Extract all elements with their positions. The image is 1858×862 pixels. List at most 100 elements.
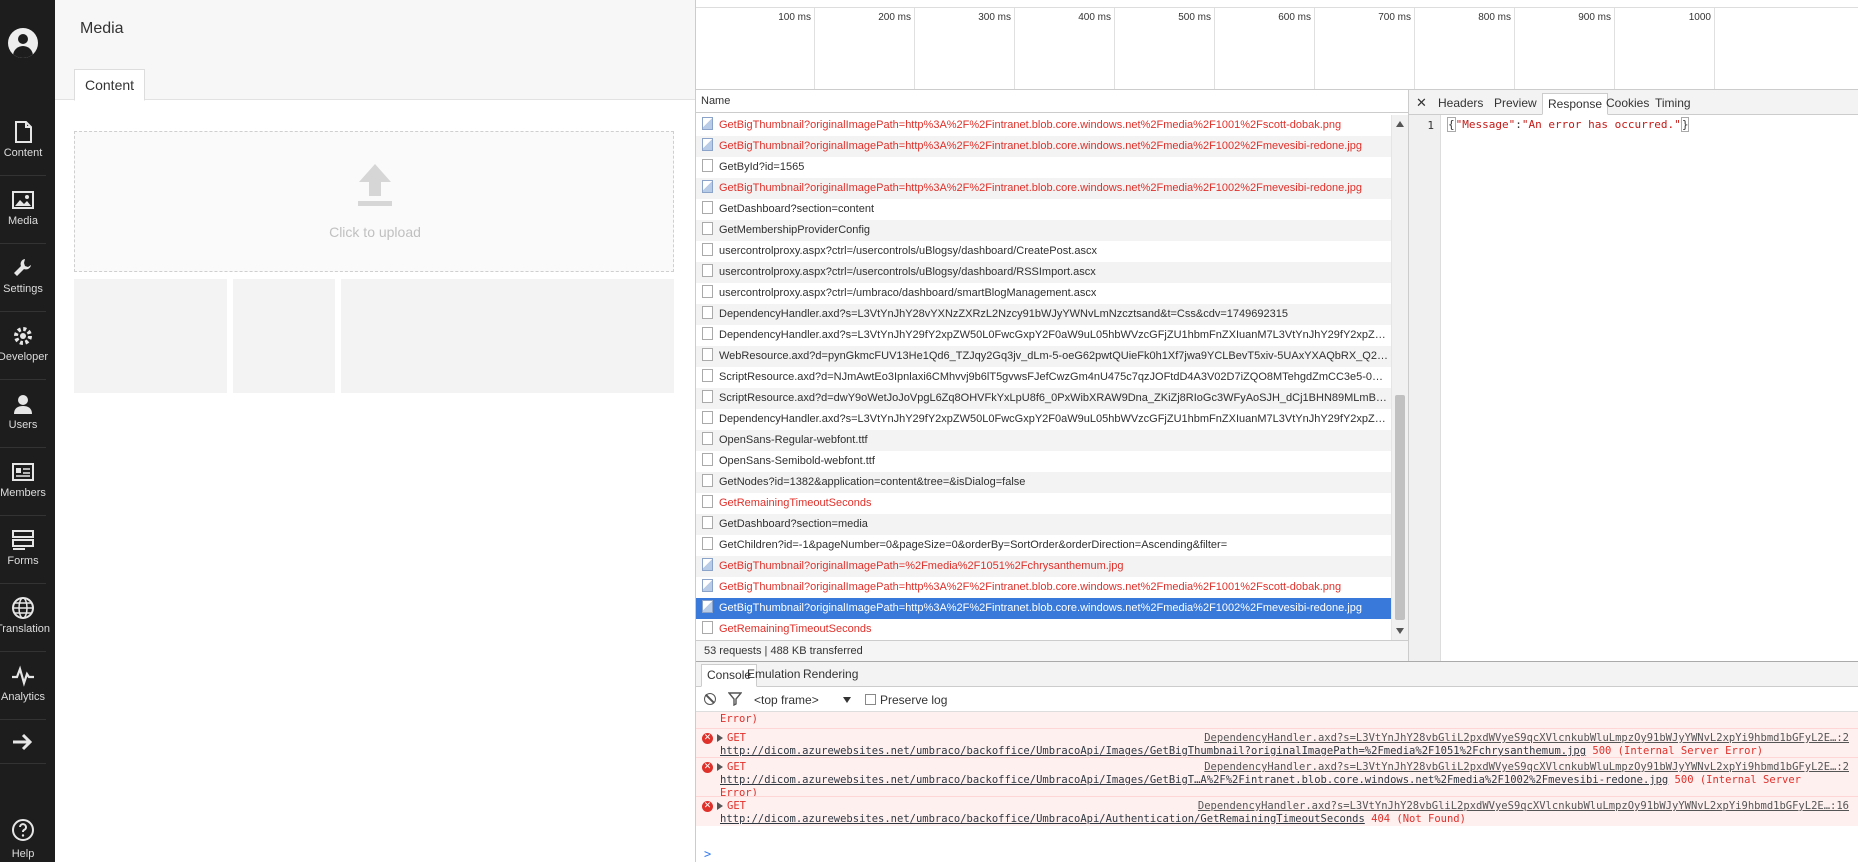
request-row[interactable]: OpenSans-Semibold-webfont.ttf [696, 451, 1391, 472]
request-name: GetBigThumbnail?originalImagePath=http%3… [719, 602, 1362, 614]
section-users[interactable]: Users [0, 382, 46, 448]
timeline-tick: 1000 [1689, 8, 1715, 89]
request-row[interactable]: GetBigThumbnail?originalImagePath=%2Fmed… [696, 556, 1391, 577]
request-row[interactable]: GetBigThumbnail?originalImagePath=http%3… [696, 598, 1391, 619]
tab-cookies[interactable]: Cookies [1601, 93, 1654, 115]
request-row[interactable]: GetBigThumbnail?originalImagePath=http%3… [696, 136, 1391, 157]
document-file-icon [702, 537, 713, 550]
console-status: 404 (Not Found) [1364, 813, 1466, 825]
expand-triangle-icon[interactable] [717, 763, 723, 771]
page-title: Media [80, 20, 124, 37]
request-list-scrollbar[interactable] [1391, 115, 1408, 640]
upload-dropzone[interactable]: Click to upload [74, 131, 674, 272]
tab-rendering[interactable]: Rendering [798, 664, 863, 687]
close-icon[interactable]: ✕ [1416, 95, 1427, 111]
preserve-log-checkbox[interactable] [865, 694, 876, 705]
chevron-down-icon[interactable] [843, 697, 851, 703]
console-request-url[interactable]: http://dicom.azurewebsites.net/umbraco/b… [720, 745, 1586, 757]
filter-icon[interactable] [728, 692, 742, 706]
tab-preview[interactable]: Preview [1489, 93, 1542, 115]
section-members[interactable]: Members [0, 450, 46, 516]
name-column-header[interactable]: Name [696, 90, 1408, 113]
response-body[interactable]: {"Message":"An error has occurred."} [1447, 117, 1690, 132]
umbraco-sidebar: Content Media Settings Developer Users M… [0, 0, 55, 862]
request-row[interactable]: GetRemainingTimeoutSeconds [696, 619, 1391, 640]
clear-console-icon[interactable] [704, 693, 716, 705]
request-row[interactable]: GetById?id=1565 [696, 157, 1391, 178]
section-expand[interactable] [0, 722, 46, 764]
request-row[interactable]: OpenSans-Regular-webfont.ttf [696, 430, 1391, 451]
document-file-icon [702, 621, 713, 634]
request-row[interactable]: usercontrolproxy.aspx?ctrl=/usercontrols… [696, 241, 1391, 262]
request-row[interactable]: GetRemainingTimeoutSeconds [696, 493, 1391, 514]
request-list[interactable]: GetBigThumbnail?originalImagePath=http%3… [696, 115, 1391, 640]
request-row[interactable]: GetBigThumbnail?originalImagePath=http%3… [696, 178, 1391, 199]
section-content[interactable]: Content [0, 110, 46, 176]
request-row[interactable]: WebResource.axd?d=pynGkmcFUV13He1Qd6_TZJ… [696, 346, 1391, 367]
scroll-up-arrow-icon[interactable] [1396, 121, 1404, 127]
request-name: GetBigThumbnail?originalImagePath=http%3… [719, 182, 1362, 194]
tab-emulation[interactable]: Emulation [742, 664, 805, 687]
media-thumbnail[interactable] [233, 279, 335, 393]
request-row[interactable]: GetChildren?id=-1&pageNumber=0&pageSize=… [696, 535, 1391, 556]
request-row[interactable]: usercontrolproxy.aspx?ctrl=/umbraco/dash… [696, 283, 1391, 304]
request-row[interactable]: ScriptResource.axd?d=dwY9oWetJoJoVpgL6Zq… [696, 388, 1391, 409]
expand-triangle-icon[interactable] [717, 734, 723, 742]
frame-selector[interactable]: <top frame> [754, 693, 819, 707]
request-name: GetRemainingTimeoutSeconds [719, 623, 872, 635]
user-avatar[interactable] [8, 28, 38, 58]
media-thumbnail[interactable] [341, 279, 674, 393]
error-icon: ✕ [702, 733, 713, 744]
image-file-icon [702, 600, 713, 613]
console-method: GET [727, 761, 746, 773]
request-name: OpenSans-Regular-webfont.ttf [719, 434, 868, 446]
scroll-down-arrow-icon[interactable] [1396, 628, 1404, 634]
request-row[interactable]: GetDashboard?section=content [696, 199, 1391, 220]
console-request-url[interactable]: http://dicom.azurewebsites.net/umbraco/b… [720, 813, 1365, 825]
media-thumbnail[interactable] [74, 279, 227, 393]
section-media[interactable]: Media [0, 178, 46, 244]
section-label: Settings [3, 283, 43, 295]
section-developer[interactable]: Developer [0, 314, 48, 380]
console-output[interactable]: Error) ✕ GET DependencyHandler.axd?s=L3VtY… [696, 712, 1858, 862]
section-translation[interactable]: Translation [0, 586, 50, 652]
section-label: Users [8, 419, 38, 431]
request-row[interactable]: ScriptResource.axd?d=NJmAwtEo3Ipnlaxi6CM… [696, 367, 1391, 388]
section-settings[interactable]: Settings [0, 246, 46, 312]
console-request-url[interactable]: http://dicom.azurewebsites.net/umbraco/b… [720, 774, 1668, 786]
request-row[interactable]: DependencyHandler.axd?s=L3VtYnJhY29fY2xp… [696, 409, 1391, 430]
request-row[interactable]: GetBigThumbnail?originalImagePath=http%3… [696, 577, 1391, 598]
tab-response[interactable]: Response [1542, 93, 1609, 115]
timeline-tick-label: 900 ms [1578, 12, 1611, 23]
help-icon [12, 819, 34, 841]
document-file-icon [702, 411, 713, 424]
request-name: usercontrolproxy.aspx?ctrl=/usercontrols… [719, 266, 1096, 278]
section-analytics[interactable]: Analytics [0, 654, 46, 720]
tab-content[interactable]: Content [74, 69, 146, 101]
expand-triangle-icon[interactable] [717, 802, 723, 810]
console-source-link[interactable]: DependencyHandler.axd?s=L3VtYnJhY28vbGli… [1198, 800, 1849, 812]
network-timeline-overview[interactable]: 100 ms 200 ms 300 ms 400 ms 500 ms 600 ms 700 … [696, 0, 1858, 90]
console-source-link[interactable]: DependencyHandler.axd?s=L3VtYnJhY28vbGli… [1204, 761, 1849, 773]
request-row[interactable]: DependencyHandler.axd?s=L3VtYnJhY29fY2xp… [696, 325, 1391, 346]
section-help[interactable]: Help [0, 816, 46, 862]
request-row[interactable]: GetBigThumbnail?originalImagePath=http%3… [696, 115, 1391, 136]
tab-timing[interactable]: Timing [1650, 93, 1696, 115]
document-file-icon [702, 201, 713, 214]
section-label: Content [3, 147, 43, 159]
console-error-message: ✕ GET DependencyHandler.axd?s=L3VtYnJhY28v… [696, 728, 1858, 757]
upload-hint: Click to upload [329, 224, 421, 240]
section-forms[interactable]: Forms [0, 518, 46, 584]
console-prompt[interactable]: > [704, 847, 711, 861]
request-row[interactable]: usercontrolproxy.aspx?ctrl=/usercontrols… [696, 262, 1391, 283]
tab-headers[interactable]: Headers [1433, 93, 1488, 115]
request-row[interactable]: DependencyHandler.axd?s=L3VtYnJhY28vYXNz… [696, 304, 1391, 325]
console-status: 500 (Internal Server [1668, 774, 1801, 786]
request-row[interactable]: GetNodes?id=1382&application=content&tre… [696, 472, 1391, 493]
request-row[interactable]: GetMembershipProviderConfig [696, 220, 1391, 241]
console-method: GET [727, 800, 746, 812]
console-source-link[interactable]: DependencyHandler.axd?s=L3VtYnJhY28vbGli… [1204, 732, 1849, 744]
timeline-tick: 800 ms [1478, 8, 1515, 89]
request-row[interactable]: GetDashboard?section=media [696, 514, 1391, 535]
scrollbar-thumb[interactable] [1395, 395, 1405, 620]
